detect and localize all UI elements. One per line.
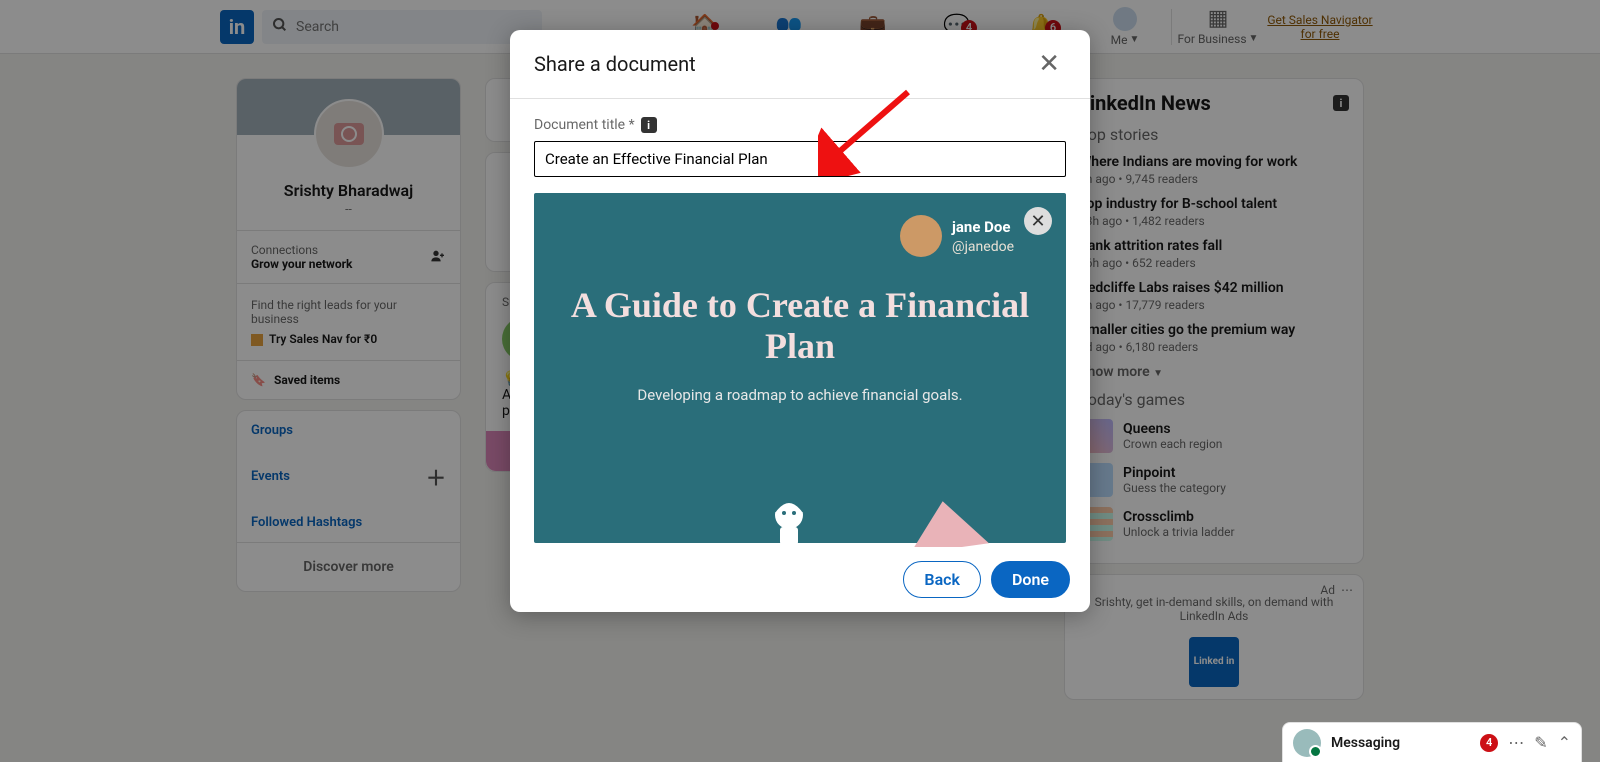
messaging-avatar [1293, 729, 1321, 757]
mascot-icon [762, 495, 816, 547]
doc-preview-title: A Guide to Create a Financial Plan [556, 285, 1044, 368]
messaging-label: Messaging [1331, 735, 1470, 751]
info-icon[interactable]: i [641, 117, 657, 133]
modal-overlay[interactable]: Share a document ✕ Document title * i ✕ … [0, 0, 1600, 762]
compose-icon[interactable]: ✎ [1534, 733, 1547, 752]
author-avatar [900, 215, 942, 257]
remove-document-button[interactable]: ✕ [1024, 207, 1052, 235]
document-title-label: Document title * i [534, 117, 1066, 133]
chevron-up-icon[interactable]: ⌃ [1558, 733, 1571, 752]
share-document-modal: Share a document ✕ Document title * i ✕ … [510, 30, 1090, 612]
messaging-bar[interactable]: Messaging 4 ⋯ ✎ ⌃ [1282, 722, 1582, 762]
doc-preview-sub: Developing a roadmap to achieve financia… [556, 386, 1044, 404]
back-button[interactable]: Back [903, 561, 981, 598]
modal-title: Share a document [534, 52, 696, 76]
done-button[interactable]: Done [991, 561, 1070, 598]
document-title-input[interactable] [534, 141, 1066, 177]
document-preview: ✕ jane Doe@janedoe A Guide to Create a F… [534, 193, 1066, 543]
close-button[interactable]: ✕ [1032, 50, 1066, 78]
messaging-badge: 4 [1480, 734, 1498, 752]
doc-author: jane Doe@janedoe [556, 215, 1044, 257]
more-icon[interactable]: ⋯ [1508, 733, 1524, 752]
triangle-shape [903, 496, 989, 547]
